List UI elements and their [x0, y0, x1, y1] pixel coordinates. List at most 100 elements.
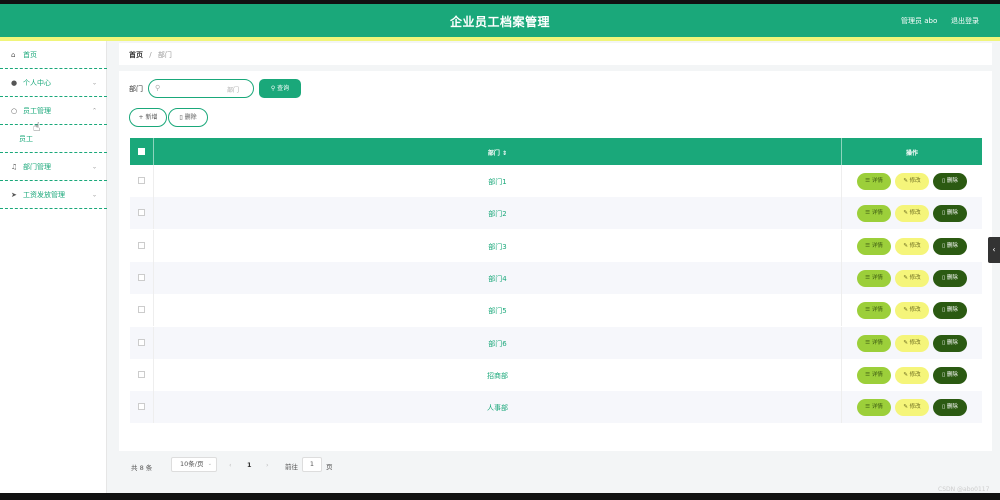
column-header-dept-label: 部门 — [487, 150, 500, 157]
row-checkbox[interactable] — [138, 209, 145, 217]
user-icon: ● — [11, 78, 18, 87]
edit-button[interactable]: ✎ 修改 — [895, 366, 929, 384]
bell-icon: ♫ — [11, 162, 18, 171]
page-size-value: 10条/页 — [180, 460, 204, 468]
admin-label: 管理员 abo — [901, 17, 938, 25]
current-page[interactable]: 1 — [247, 461, 252, 469]
send-icon: ➤ — [11, 190, 17, 199]
trash-icon: ▯ — [942, 371, 946, 378]
dept-name: 部门3 — [488, 242, 507, 251]
column-divider — [841, 229, 842, 262]
sidebar-item-salary-mgmt[interactable]: ➤ 工资发放管理 ⌄ — [0, 181, 107, 209]
edit-icon: ✎ — [903, 371, 908, 378]
delete-button[interactable]: ▯ 删除 — [933, 366, 967, 384]
trash-icon: ▯ — [942, 404, 946, 411]
row-checkbox[interactable] — [138, 177, 145, 184]
next-page-icon[interactable]: › — [266, 461, 269, 469]
prev-page-icon[interactable]: ‹ — [229, 461, 232, 469]
table-row: 部门5 ☰ 详情 ✎ 修改 ▯ 删除 — [130, 294, 982, 327]
edit-button[interactable]: ✎ 修改 — [895, 205, 929, 223]
select-all-checkbox[interactable] — [138, 148, 145, 155]
detail-button[interactable]: ☰ 详情 — [857, 237, 891, 255]
detail-button[interactable]: ☰ 详情 — [857, 173, 891, 190]
detail-button[interactable]: ☰ 详情 — [857, 399, 891, 417]
column-divider — [841, 165, 842, 197]
table-row: 部门3 ☰ 详情 ✎ 修改 ▯ 删除 — [130, 229, 982, 262]
edit-button-label: 修改 — [909, 210, 921, 217]
page-size-select[interactable]: 10条/页 ⌄ — [171, 457, 217, 472]
detail-button[interactable]: ☰ 详情 — [857, 269, 891, 287]
delete-button[interactable]: ▯ 删除 — [933, 205, 967, 223]
dept-name: 招商部 — [487, 371, 508, 380]
row-checkbox[interactable] — [138, 241, 145, 249]
batch-delete-button[interactable]: ▯ 删除 — [168, 108, 208, 127]
delete-button[interactable]: ▯ 删除 — [933, 334, 967, 352]
detail-button[interactable]: ☰ 详情 — [857, 205, 891, 223]
sidebar-item-dept-mgmt[interactable]: ♫ 部门管理 ⌄ — [0, 153, 107, 181]
detail-button[interactable]: ☰ 详情 — [857, 366, 891, 384]
dept-name: 部门6 — [488, 339, 507, 348]
edit-button[interactable]: ✎ 修改 — [895, 334, 929, 352]
edit-button[interactable]: ✎ 修改 — [895, 302, 929, 320]
trash-icon: ▯ — [942, 307, 946, 314]
delete-button[interactable]: ▯ 删除 — [933, 173, 967, 190]
row-checkbox[interactable] — [138, 273, 145, 281]
add-button[interactable]: + 新增 — [129, 108, 167, 127]
edit-icon: ✎ — [903, 307, 908, 314]
table-row: 部门4 ☰ 详情 ✎ 修改 ▯ 删除 — [130, 261, 982, 294]
delete-button[interactable]: ▯ 删除 — [933, 237, 967, 255]
delete-button[interactable]: ▯ 删除 — [933, 302, 967, 320]
collapse-panel-tab[interactable]: ‹ — [988, 237, 1000, 263]
sidebar-subitem-employee[interactable]: 员工 — [0, 125, 107, 153]
delete-button-label: 删除 — [184, 114, 197, 121]
pagination-total: 共 8 条 — [131, 464, 153, 472]
edit-button[interactable]: ✎ 修改 — [895, 237, 929, 255]
detail-button[interactable]: ☰ 详情 — [857, 334, 891, 352]
sidebar-item-home[interactable]: ⌂ 首页 — [0, 41, 107, 69]
logout-link[interactable]: 退出登录 — [951, 16, 979, 26]
delete-button[interactable]: ▯ 删除 — [933, 269, 967, 287]
search-input[interactable]: ⚲ 部门 — [148, 79, 254, 98]
edit-icon: ✎ — [903, 178, 908, 184]
home-icon: ⌂ — [11, 50, 16, 59]
column-header-dept[interactable]: 部门 ⇕ — [154, 148, 841, 157]
list-icon: ☰ — [865, 339, 871, 346]
breadcrumb-separator: / — [149, 51, 152, 59]
sidebar-item-profile[interactable]: ● 个人中心 ⌄ — [0, 69, 107, 97]
page-unit-label: 页 — [326, 463, 333, 471]
row-checkbox[interactable] — [138, 370, 145, 378]
delete-button-label: 删除 — [946, 178, 958, 184]
breadcrumb-current: 部门 — [157, 51, 172, 59]
search-icon: ⚲ — [270, 85, 276, 92]
chevron-up-icon: ⌃ — [91, 107, 97, 114]
breadcrumb-home[interactable]: 首页 — [129, 51, 143, 59]
detail-button-label: 详情 — [871, 274, 883, 281]
query-button[interactable]: ⚲ 查询 — [259, 79, 301, 98]
delete-button-label: 删除 — [946, 210, 958, 217]
edit-button-label: 修改 — [909, 242, 921, 249]
list-icon: ☰ — [865, 178, 871, 184]
list-icon: ☰ — [865, 404, 871, 411]
edit-button-label: 修改 — [909, 178, 921, 184]
sidebar-item-employee-mgmt[interactable]: ○ 员工管理 ⌃ — [0, 97, 107, 125]
edit-icon: ✎ — [903, 274, 908, 281]
row-checkbox[interactable] — [138, 338, 145, 346]
sidebar-item-label: 个人中心 — [23, 78, 51, 87]
column-header-ops: 操作 — [905, 150, 918, 157]
edit-button[interactable]: ✎ 修改 — [895, 173, 929, 190]
row-checkbox[interactable] — [138, 306, 145, 314]
row-checkbox[interactable] — [138, 403, 145, 411]
sidebar-item-label: 员工 — [19, 134, 33, 143]
detail-button[interactable]: ☰ 详情 — [857, 302, 891, 320]
edit-button[interactable]: ✎ 修改 — [895, 399, 929, 417]
edit-button[interactable]: ✎ 修改 — [895, 269, 929, 287]
chevron-down-icon: ⌄ — [91, 191, 97, 198]
delete-button[interactable]: ▯ 删除 — [933, 399, 967, 417]
app-title: 企业员工档案管理 — [449, 15, 550, 29]
goto-page-input[interactable]: 1 — [302, 457, 322, 472]
detail-button-label: 详情 — [871, 404, 883, 411]
edit-icon: ✎ — [903, 339, 908, 346]
sort-icon[interactable]: ⇕ — [502, 150, 507, 157]
delete-button-label: 删除 — [946, 242, 958, 249]
table-header: 部门 ⇕ 操作 — [130, 138, 982, 165]
